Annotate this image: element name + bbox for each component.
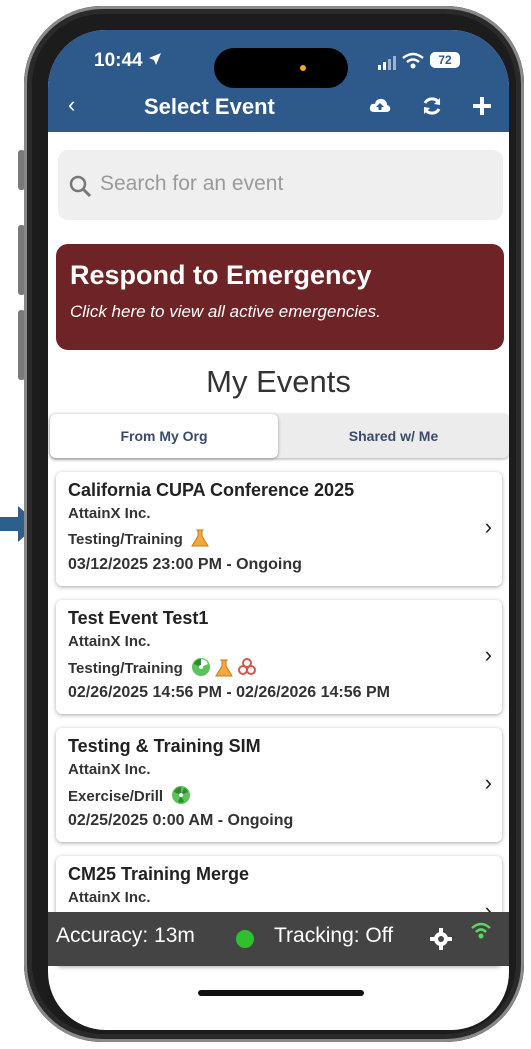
accuracy-status-dot bbox=[236, 930, 254, 948]
event-type-row: Testing/Training bbox=[68, 529, 209, 551]
status-bar: 10:44 72 bbox=[48, 48, 509, 88]
home-indicator[interactable] bbox=[198, 990, 364, 996]
event-card[interactable]: Testing & Training SIM AttainX Inc. Exer… bbox=[56, 728, 502, 842]
cellular-signal-icon bbox=[378, 56, 396, 70]
event-org: AttainX Inc. bbox=[68, 633, 151, 650]
search-bar[interactable]: Search for an event bbox=[58, 150, 503, 220]
emergency-title: Respond to Emergency bbox=[70, 260, 372, 290]
signal-strength-icon bbox=[471, 922, 491, 939]
tracking-bar: Accuracy: 13m Tracking: Off bbox=[48, 912, 509, 966]
refresh-icon[interactable] bbox=[420, 94, 444, 118]
event-date: 02/25/2025 0:00 AM - Ongoing bbox=[68, 812, 294, 829]
section-heading: My Events bbox=[206, 364, 351, 399]
event-type-row: Testing/Training bbox=[68, 657, 257, 681]
accuracy-text: Accuracy: 13m bbox=[56, 924, 195, 947]
tab-from-my-org[interactable]: From My Org bbox=[50, 414, 278, 458]
status-time: 10:44 bbox=[94, 50, 162, 72]
event-title: Testing & Training SIM bbox=[68, 736, 261, 756]
respond-emergency-button[interactable]: Respond to Emergency Click here to view … bbox=[56, 244, 504, 350]
radiation-icon bbox=[191, 658, 210, 676]
event-date: 02/26/2025 14:56 PM - 02/26/2026 14:56 P… bbox=[68, 684, 390, 701]
emergency-subtitle: Click here to view all active emergencie… bbox=[70, 302, 381, 321]
gear-icon[interactable] bbox=[430, 928, 452, 950]
event-org: AttainX Inc. bbox=[68, 761, 151, 778]
search-input[interactable]: Search for an event bbox=[100, 172, 283, 196]
chevron-right-icon: › bbox=[484, 642, 492, 667]
event-title: California CUPA Conference 2025 bbox=[68, 480, 355, 500]
event-type: Exercise/Drill bbox=[68, 787, 164, 805]
radiation-icon bbox=[172, 786, 191, 804]
event-type: Testing/Training bbox=[68, 659, 183, 677]
wifi-icon bbox=[402, 52, 424, 69]
event-type-row: Exercise/Drill bbox=[68, 785, 191, 809]
event-org: AttainX Inc. bbox=[68, 505, 151, 522]
event-card[interactable]: Test Event Test1 AttainX Inc. Testing/Tr… bbox=[56, 600, 502, 714]
app-screen: 10:44 72 ‹ Select Event Search for an ev… bbox=[48, 30, 509, 1030]
island-indicator bbox=[300, 65, 306, 71]
battery-indicator: 72 bbox=[430, 52, 460, 68]
event-type: Testing/Training bbox=[68, 530, 183, 548]
tracking-text: Tracking: Off bbox=[274, 924, 394, 947]
app-header: 10:44 72 ‹ Select Event bbox=[48, 30, 509, 132]
biohazard-icon bbox=[238, 658, 257, 675]
back-button[interactable]: ‹ bbox=[68, 92, 75, 118]
flask-icon bbox=[191, 529, 209, 547]
flask-icon bbox=[215, 659, 233, 677]
chevron-right-icon: › bbox=[484, 770, 492, 795]
page-title: Select Event bbox=[144, 94, 275, 119]
event-date: 03/12/2025 23:00 PM - Ongoing bbox=[68, 556, 302, 573]
cloud-upload-icon[interactable] bbox=[368, 94, 392, 118]
event-title: CM25 Training Merge bbox=[68, 864, 250, 884]
event-title: Test Event Test1 bbox=[68, 608, 209, 628]
event-card[interactable]: California CUPA Conference 2025 AttainX … bbox=[56, 472, 502, 586]
tab-shared-with-me[interactable]: Shared w/ Me bbox=[278, 414, 509, 458]
plus-icon[interactable] bbox=[470, 94, 494, 118]
location-arrow-icon bbox=[148, 53, 161, 65]
event-tabs: From My Org Shared w/ Me bbox=[50, 414, 509, 458]
event-org: AttainX Inc. bbox=[68, 889, 151, 906]
chevron-right-icon: › bbox=[484, 514, 492, 539]
search-icon bbox=[69, 175, 92, 198]
dynamic-island bbox=[214, 48, 348, 88]
nav-bar: ‹ Select Event bbox=[48, 90, 509, 126]
